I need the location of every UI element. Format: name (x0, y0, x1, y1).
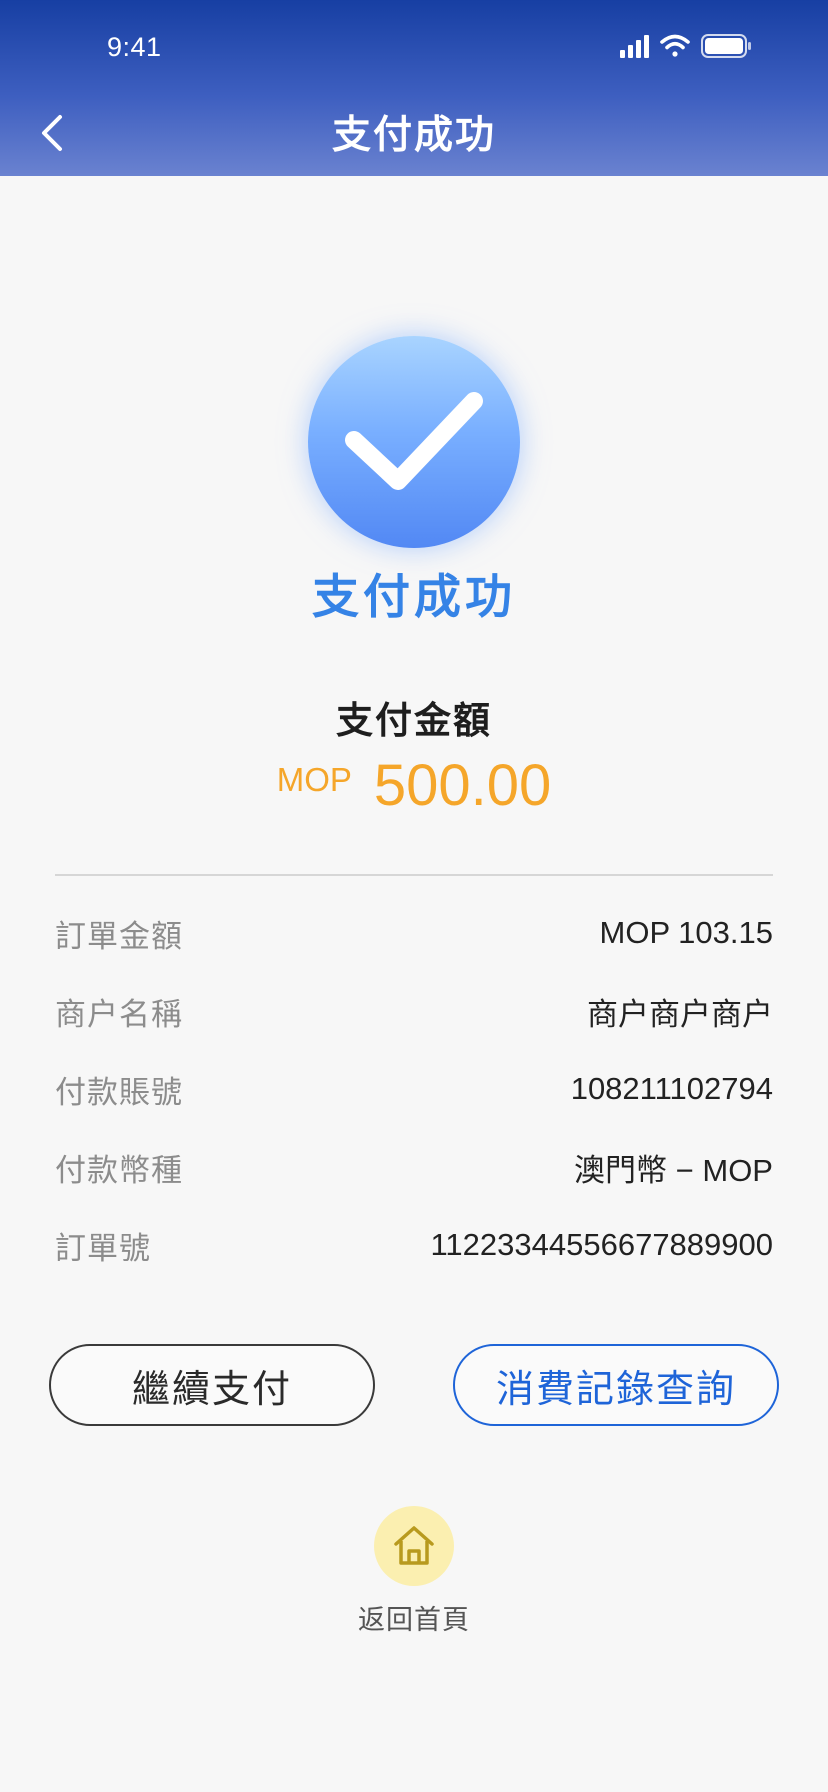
detail-label: 訂單號 (55, 1230, 151, 1267)
status-icons (618, 30, 758, 62)
detail-value: MOP 103.15 (599, 915, 773, 950)
home-label: 返回首頁 (358, 1605, 470, 1636)
battery-icon (701, 34, 751, 58)
detail-value: 澳門幣 − MOP (574, 1152, 773, 1188)
amount-value: 500.00 (373, 753, 552, 818)
check-icon (345, 392, 483, 490)
detail-label: 付款幣種 (55, 1152, 183, 1189)
detail-value: 108211102794 (570, 1071, 773, 1106)
detail-label: 商户名稱 (55, 996, 183, 1033)
detail-value: 商户商户商户 (587, 996, 773, 1032)
detail-row-order-number: 訂單號 1122334455667788​9900 (55, 1221, 773, 1269)
app-header: 9:41 支付成功 (0, 0, 828, 176)
amount-currency: MOP (276, 761, 352, 798)
status-time: 9:41 (107, 32, 162, 62)
detail-row-payment-account: 付款賬號 108211102794 (55, 1065, 773, 1113)
detail-row-order-amount: 訂單金額 MOP 103.15 (55, 909, 773, 957)
detail-value: 1122334455667788​9900 (430, 1227, 773, 1262)
back-to-home-button[interactable]: 返回首頁 (334, 1506, 494, 1636)
transaction-history-button[interactable]: 消費記錄查詢 (453, 1344, 779, 1426)
page-title: 支付成功 (331, 113, 496, 158)
wifi-icon (660, 34, 690, 57)
amount-label: 支付金額 (336, 699, 492, 742)
continue-payment-button[interactable]: 繼續支付 (49, 1344, 375, 1426)
detail-row-merchant-name: 商户名稱 商户商户商户 (55, 987, 773, 1035)
detail-label: 訂單金額 (55, 918, 183, 955)
success-badge (308, 336, 520, 548)
home-icon-background (374, 1506, 454, 1586)
detail-row-currency: 付款幣種 澳門幣 − MOP (55, 1143, 773, 1191)
detail-label: 付款賬號 (55, 1074, 183, 1111)
signal-icon (620, 35, 649, 58)
home-icon (394, 1526, 434, 1565)
divider (55, 874, 773, 876)
success-title: 支付成功 (312, 570, 516, 625)
amount-row: MOP 500.00 (0, 752, 828, 819)
